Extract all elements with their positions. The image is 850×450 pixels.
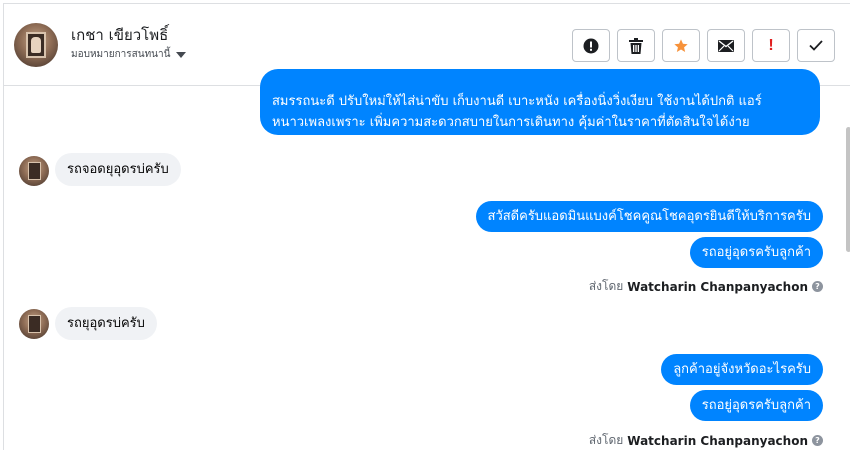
sent-by-label: ส่งโดย Watcharin Chanpanyachon ? bbox=[589, 431, 823, 450]
conversation-actions: ! bbox=[572, 29, 835, 62]
outgoing-message[interactable]: รถอยู่อุดรครับลูกค้า bbox=[689, 237, 823, 268]
outgoing-message[interactable]: รถอยู่อุดรครับลูกค้า bbox=[689, 390, 823, 421]
sent-by-agent[interactable]: Watcharin Chanpanyachon bbox=[627, 280, 808, 294]
mark-spam-button[interactable] bbox=[572, 29, 610, 62]
sent-by-prefix: ส่งโดย bbox=[588, 433, 624, 447]
message-text-line: หนาวเพลงเพราะ เพิ่มความสะดวกสบายในการเดิ… bbox=[272, 115, 750, 130]
outgoing-message[interactable]: สมรรถนะดี ปรับใหม่ให้ไส่น่าขับ เก็บงานดี… bbox=[260, 69, 820, 135]
help-icon[interactable]: ? bbox=[812, 435, 823, 446]
conversation-panel: เกชา เขียวโพธิ์ มอบหมายการสนทนานี้ ! สมร… bbox=[3, 3, 850, 450]
delete-button[interactable] bbox=[617, 29, 655, 62]
scrollbar[interactable] bbox=[846, 127, 850, 252]
help-icon[interactable]: ? bbox=[812, 281, 823, 292]
sent-by-agent[interactable]: Watcharin Chanpanyachon bbox=[627, 434, 808, 448]
alert-circle-icon bbox=[583, 38, 599, 53]
trash-icon bbox=[629, 37, 643, 54]
sent-by-prefix: ส่งโดย bbox=[588, 279, 624, 293]
outgoing-message[interactable]: ลูกค้าอยู่จังหวัดอะไรครับ bbox=[661, 354, 823, 385]
message-text-line: สมรรถนะดี ปรับใหม่ให้ไส่น่าขับ เก็บงานดี… bbox=[272, 94, 762, 109]
mark-unread-button[interactable] bbox=[707, 29, 745, 62]
contact-avatar-small[interactable] bbox=[19, 309, 49, 339]
incoming-message[interactable]: รถจอดยุอุดรบ่ครับ bbox=[55, 153, 181, 186]
envelope-icon bbox=[718, 39, 734, 52]
exclamation-icon: ! bbox=[768, 36, 774, 54]
assign-label: มอบหมายการสนทนานี้ bbox=[71, 49, 171, 60]
assign-conversation-dropdown[interactable]: มอบหมายการสนทนานี้ bbox=[71, 47, 187, 62]
sent-by-label: ส่งโดย Watcharin Chanpanyachon ? bbox=[589, 277, 823, 296]
star-button[interactable] bbox=[662, 29, 700, 62]
incoming-message[interactable]: รถยุอุดรบ่ครับ bbox=[55, 307, 157, 340]
mark-important-button[interactable]: ! bbox=[752, 29, 790, 62]
checkmark-icon bbox=[809, 40, 823, 51]
star-icon bbox=[674, 38, 688, 52]
contact-avatar[interactable] bbox=[14, 23, 58, 67]
message-thread[interactable]: สมรรถนะดี ปรับใหม่ให้ไส่น่าขับ เก็บงานดี… bbox=[4, 69, 850, 450]
contact-name[interactable]: เกชา เขียวโพธิ์ bbox=[71, 23, 168, 47]
contact-avatar-small[interactable] bbox=[19, 156, 49, 186]
outgoing-message[interactable]: สวัสดีครับแอดมินแบงค์โชคคูณโชคอุดรยินดีใ… bbox=[475, 201, 823, 232]
mark-done-button[interactable] bbox=[797, 29, 835, 62]
chevron-down-icon bbox=[176, 51, 187, 58]
